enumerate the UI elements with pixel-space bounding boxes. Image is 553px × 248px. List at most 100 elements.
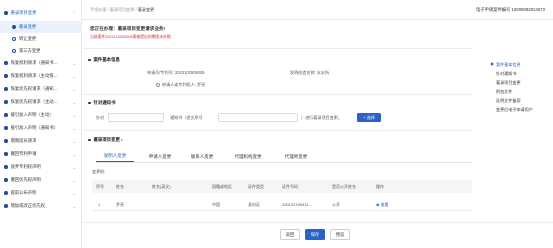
column-header: 证件类型 [248,183,264,189]
section-title-case-info: 案件基本信息 [88,57,120,63]
bullet-icon [4,191,8,195]
anchor-user-after[interactable]: 变更后电子申请用户 [496,107,533,113]
column-header: 国籍或地区 [212,183,232,189]
bullet-icon [4,126,8,130]
notice-banner: 您正在办理：著录项目变更请求业务! 当前案件2022102505005案被提出的… [90,26,171,40]
notice-type-input[interactable] [108,113,164,122]
divider [84,94,472,95]
chevron-down-icon: ⌄ [72,112,76,118]
column-header: 证件号码 [282,183,298,189]
anchor-attachments[interactable]: 附加文件 [496,89,512,95]
sidebar: 著录项目变更 ⌃ 著录变更 转让变更 第三方变更 恢复权利请求（通知书... ⌄… [0,0,82,248]
breadcrumb: 手续办理 / 著录项目变更 / 著录变更 [90,6,155,12]
tab-agent[interactable]: 代理师变更 [276,151,316,162]
chevron-down-icon: ⌄ [72,190,76,196]
tab-applicant[interactable]: 申请人变更 [142,151,178,162]
bullet-icon [4,152,8,156]
sidebar-item-third-party[interactable]: 第三方变更 [0,45,82,57]
breadcrumb-item[interactable]: 手续办理 [90,7,106,12]
notice-serial-input[interactable] [218,113,298,122]
column-header: 是否公开姓名 [332,183,356,189]
chevron-down-icon: ⌄ [72,164,76,170]
breadcrumb-item[interactable]: 著录项目变更 [110,7,135,12]
divider [84,48,472,49]
anchor-notification[interactable]: 针对通知书 [496,71,516,77]
sidebar-item-extension[interactable]: 期限延长请求 ⌄ [0,135,82,147]
table-header: 序号 姓名 姓名(英文) 国籍或地区 证件类型 证件号码 是否公开姓名 操作 [92,180,472,193]
bullet-icon [4,100,8,104]
app-no: 申请号/专利号: 2022102505005 [147,70,205,75]
sidebar-item-priority-active[interactable]: 恢复优先权请求（主动... ⌄ [0,96,82,108]
bullet-icon [4,11,8,15]
sidebar-item-restore-notice[interactable]: 恢复权利请求（通知书... ⌄ [0,57,82,69]
sidebar-item-withdraw-app[interactable]: 撤回专利申请 ⌄ [0,148,82,160]
column-header: 姓名(英文) [152,183,171,189]
preview-button[interactable]: 预览 [330,229,350,240]
section-title-change: 著录项目变更 * [88,137,123,143]
bullet-icon [88,58,91,62]
required-mark: * [120,137,123,143]
case-number: 电子申请案件编号 10008082813673 [475,7,545,12]
breadcrumb-current: 著录变更 [137,6,155,12]
tab-inventor[interactable]: 发明人变更 [96,151,134,162]
column-header: 序号 [96,183,104,189]
bullet-icon [12,25,16,29]
column-header: 姓名 [116,183,124,189]
bullet-icon [4,178,8,182]
sidebar-item-add-priority[interactable]: 增加或改正优先权 ⌄ [0,200,82,212]
chevron-down-icon: ⌄ [72,60,76,66]
bullet-icon [12,37,16,41]
tab-agency[interactable]: 代理机构变更 [226,151,270,162]
anchor-change[interactable]: 著录项目变更 [496,80,521,86]
radio-button[interactable] [156,82,160,87]
table-row: 1 罗亮 中国 身份证 430102199511... 公开 ◉ 查看 [92,198,472,211]
chevron-down-icon: ⌄ [72,86,76,92]
select-button[interactable]: + 选择 [357,113,381,122]
bullet-icon [4,204,8,208]
notice-label: 通知书（发文序号 [170,115,203,120]
save-button[interactable]: 保存 [305,229,325,240]
bullet-icon [4,139,8,143]
sidebar-item-transfer[interactable]: 转让变更 [0,33,82,45]
anchor-case-info[interactable]: 案件基本信息 [491,62,521,68]
section-title-notification: 针对通知书 [88,100,115,106]
sidebar-item-withdraw-priority[interactable]: 撤回优先权声明 ⌄ [0,174,82,186]
anchor-proof-files[interactable]: 证明文件备案 [496,98,521,104]
bullet-icon [4,113,8,117]
divider [84,130,472,131]
sidebar-item-priority-notice[interactable]: 恢复优先权请求（通知... ⌄ [0,83,82,95]
notice-title: 您正在办理：著录项目变更请求业务! [90,26,166,31]
bullet-icon [4,61,8,65]
sidebar-item-restore-active[interactable]: 恢复权利请求（主动恢... ⌄ [0,70,82,82]
notice-subtitle: 当前案件2022102505005案被提出的期限未补期 [90,35,171,39]
back-button[interactable]: 返回 [280,229,300,240]
chevron-down-icon: ⌄ [72,151,76,157]
tab-contact[interactable]: 联系人变更 [184,151,220,162]
sidebar-item-abandon[interactable]: 放弃专利权声明 ⌄ [0,161,82,173]
before-label: 变更前: [92,169,106,174]
chevron-down-icon: ⌄ [72,177,76,183]
view-link[interactable]: ◉ 查看 [376,198,389,211]
sidebar-item-biblio-change[interactable]: 著录项目变更 ⌃ [0,7,82,19]
chevron-down-icon: ⌄ [72,73,76,79]
chevron-up-icon: ⌃ [72,10,76,16]
chevron-down-icon: ⌄ [72,125,76,131]
bullet-icon [12,49,16,53]
bullet-icon [4,165,8,169]
caret-right-icon [491,62,494,66]
sidebar-item-incorp-notice[interactable]: 援引加入声明（通知书） ⌄ [0,122,82,134]
pair-label: 针对 [96,115,105,120]
footer-actions: 返回 保存 预览 [82,222,553,248]
chevron-down-icon: ⌄ [72,138,76,144]
invention-name: 发明创造名称: 水水所 [290,70,330,75]
change-tabs: 发明人变更 申请人变更 联系人变更 代理机构变更 代理师变更 [96,151,472,163]
bullet-icon [4,74,8,78]
sidebar-item-early-publish[interactable]: 提前公布声明 ⌄ [0,187,82,199]
notice-suffix: ）进行著录项目变更。 [301,115,342,120]
top-header: 手续办理 / 著录项目变更 / 著录变更 电子申请案件编号 1000808281… [82,0,553,20]
applicant: 申请人或专利权人: 罗亮 [156,82,205,88]
chevron-down-icon: ⌄ [72,99,76,105]
bullet-icon [88,101,91,105]
sidebar-item-biblio[interactable]: 著录变更 [0,21,82,33]
sidebar-item-incorp-active[interactable]: 援引加入声明（主动） ⌄ [0,109,82,121]
